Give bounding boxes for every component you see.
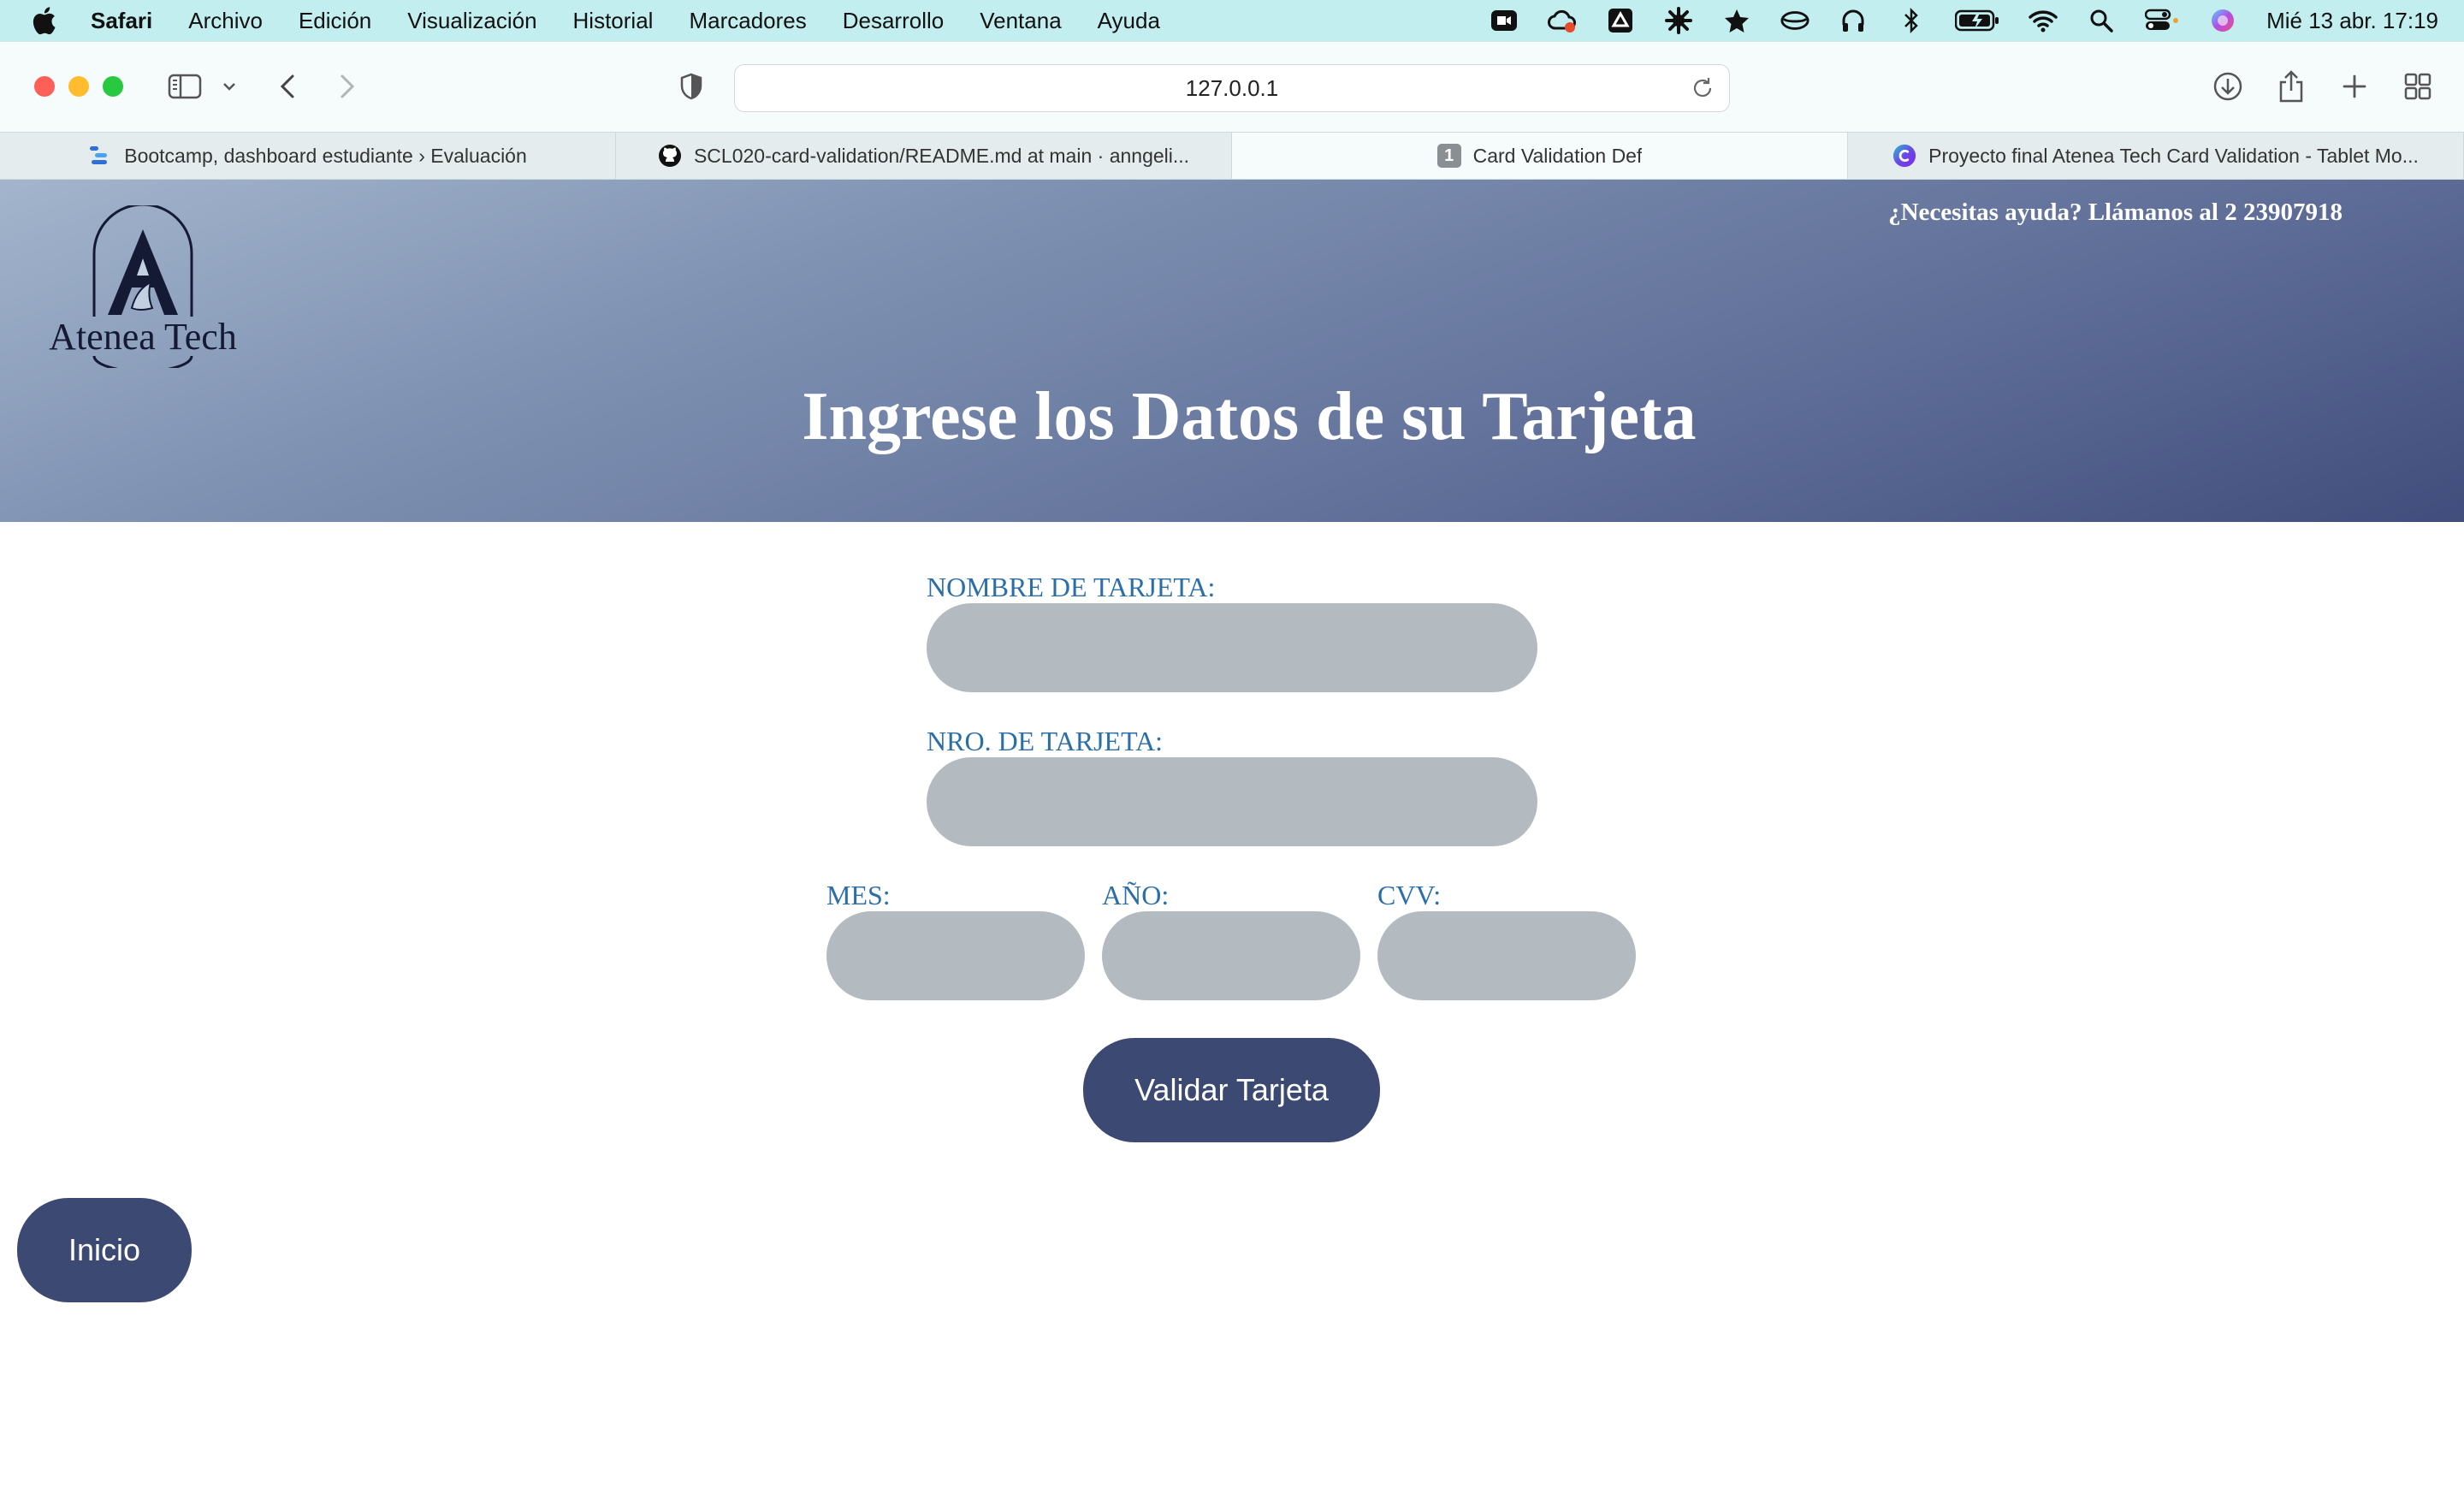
validate-card-button[interactable]: Validar Tarjeta — [1083, 1038, 1380, 1142]
siri-icon[interactable] — [2208, 6, 2237, 35]
fullscreen-window-button[interactable] — [103, 76, 123, 97]
tab-label: SCL020-card-validation/README.md at main… — [693, 144, 1190, 167]
forward-arrow-icon[interactable] — [332, 66, 363, 107]
tab-label: Proyecto final Atenea Tech Card Validati… — [1928, 144, 2419, 167]
page-header: Atenea Tech ¿Necesitas ayuda? Llámanos a… — [0, 180, 2464, 522]
menu-desarrollo[interactable]: Desarrollo — [843, 8, 945, 34]
atenea-tech-logo[interactable]: Atenea Tech — [46, 205, 240, 368]
help-phone-text: ¿Necesitas ayuda? Llámanos al 2 23907918 — [1888, 199, 2343, 226]
privacy-shield-icon[interactable] — [676, 66, 707, 107]
card-number-label: NRO. DE TARJETA: — [927, 726, 1164, 756]
menu-app-name[interactable]: Safari — [91, 8, 152, 34]
tab-label: Bootcamp, dashboard estudiante › Evaluac… — [124, 144, 527, 167]
share-icon[interactable] — [2274, 66, 2308, 107]
month-input[interactable] — [826, 911, 1085, 1000]
browser-toolbar: 127.0.0.1 — [0, 41, 2464, 132]
bluetooth-icon[interactable] — [1897, 6, 1926, 35]
back-arrow-icon[interactable] — [272, 66, 303, 107]
google-drive-icon[interactable] — [1606, 6, 1635, 35]
cvv-input[interactable] — [1377, 911, 1636, 1000]
menu-ventana[interactable]: Ventana — [980, 8, 1061, 34]
reload-icon[interactable] — [1690, 75, 1715, 101]
home-button[interactable]: Inicio — [17, 1198, 192, 1302]
tab-overview-icon[interactable] — [2401, 66, 2435, 107]
canva-icon — [1892, 144, 1916, 168]
new-tab-plus-icon[interactable] — [2337, 66, 2372, 107]
minimize-window-button[interactable] — [68, 76, 89, 97]
menu-visualizacion[interactable]: Visualización — [407, 8, 536, 34]
close-window-button[interactable] — [34, 76, 55, 97]
menu-edicion[interactable]: Edición — [299, 8, 371, 34]
menubar-clock[interactable]: Mié 13 abr. 17:19 — [2266, 8, 2438, 34]
card-name-label: NOMBRE DE TARJETA: — [927, 572, 1216, 602]
tab-bar: Bootcamp, dashboard estudiante › Evaluac… — [0, 132, 2464, 180]
tab-canva-project[interactable]: Proyecto final Atenea Tech Card Validati… — [1848, 133, 2464, 179]
address-bar[interactable]: 127.0.0.1 — [734, 64, 1730, 112]
card-number-input[interactable] — [927, 757, 1537, 846]
headset-icon[interactable] — [1780, 6, 1810, 35]
month-label: MES: — [826, 880, 891, 910]
sidebar-toggle-icon[interactable] — [166, 66, 204, 107]
github-icon — [658, 144, 682, 168]
tab-label: Card Validation Def — [1472, 144, 1643, 167]
card-name-input[interactable] — [927, 603, 1537, 692]
bootcamp-icon — [88, 144, 112, 168]
wifi-icon[interactable] — [2029, 6, 2058, 35]
logo-text: Atenea Tech — [49, 316, 237, 358]
apple-menu-icon[interactable] — [31, 6, 65, 35]
chevron-down-icon[interactable] — [219, 66, 240, 107]
status-area: Mié 13 abr. 17:19 — [1490, 0, 2438, 41]
address-text: 127.0.0.1 — [1185, 74, 1279, 101]
spotlight-search-icon[interactable] — [2087, 6, 2116, 35]
tab-card-validation[interactable]: 1 Card Validation Def — [1232, 133, 1848, 179]
creative-cloud-icon[interactable] — [1548, 6, 1577, 35]
battery-icon[interactable] — [1955, 6, 1999, 35]
settings-gear-icon[interactable] — [1664, 6, 1693, 35]
tab-bootcamp[interactable]: Bootcamp, dashboard estudiante › Evaluac… — [0, 133, 616, 179]
menu-archivo[interactable]: Archivo — [188, 8, 263, 34]
page-title: Ingrese los Datos de su Tarjeta — [802, 379, 1697, 454]
tab-github-readme[interactable]: SCL020-card-validation/README.md at main… — [616, 133, 1232, 179]
menu-historial[interactable]: Historial — [573, 8, 654, 34]
star-icon[interactable] — [1722, 6, 1751, 35]
downloads-icon[interactable] — [2211, 66, 2245, 107]
year-label: AÑO: — [1102, 880, 1170, 910]
headphones-icon[interactable] — [1839, 6, 1868, 35]
number-1-icon: 1 — [1436, 144, 1461, 168]
zoom-video-icon[interactable] — [1490, 6, 1519, 35]
macos-menubar: Safari Archivo Edición Visualización His… — [0, 0, 2464, 41]
menu-marcadores[interactable]: Marcadores — [689, 8, 806, 34]
control-center-icon[interactable] — [2145, 6, 2179, 35]
menu-ayuda[interactable]: Ayuda — [1098, 8, 1160, 34]
cvv-label: CVV: — [1377, 880, 1442, 910]
year-input[interactable] — [1102, 911, 1360, 1000]
